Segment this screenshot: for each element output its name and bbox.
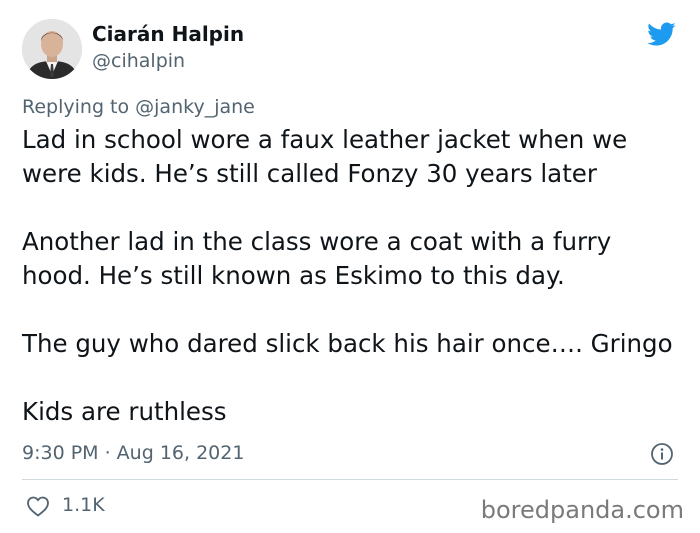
author-name[interactable]: Ciarán Halpin <box>92 22 244 46</box>
divider <box>22 479 678 480</box>
reply-context[interactable]: Replying to @janky_jane <box>22 96 255 118</box>
info-icon[interactable] <box>650 442 674 466</box>
tweet-paragraph: Lad in school wore a faux leather jacket… <box>22 125 628 188</box>
author-handle[interactable]: @cihalpin <box>92 50 185 72</box>
avatar-photo <box>22 19 82 79</box>
watermark: boredpanda.com <box>480 496 684 524</box>
tweet-paragraph: The guy who dared slick back his hair on… <box>22 329 673 358</box>
avatar[interactable] <box>22 19 82 79</box>
tweet-paragraph: Kids are ruthless <box>22 397 227 426</box>
tweet-card: Ciarán Halpin @cihalpin Replying to @jan… <box>0 0 700 533</box>
tweet-text: Lad in school wore a faux leather jacket… <box>22 123 687 429</box>
tweet-paragraph: Another lad in the class wore a coat wit… <box>22 227 612 290</box>
like-count[interactable]: 1.1K <box>62 494 105 516</box>
tweet-timestamp[interactable]: 9:30 PM · Aug 16, 2021 <box>22 442 244 464</box>
heart-icon[interactable] <box>26 495 50 517</box>
twitter-bird-icon[interactable] <box>644 19 678 49</box>
